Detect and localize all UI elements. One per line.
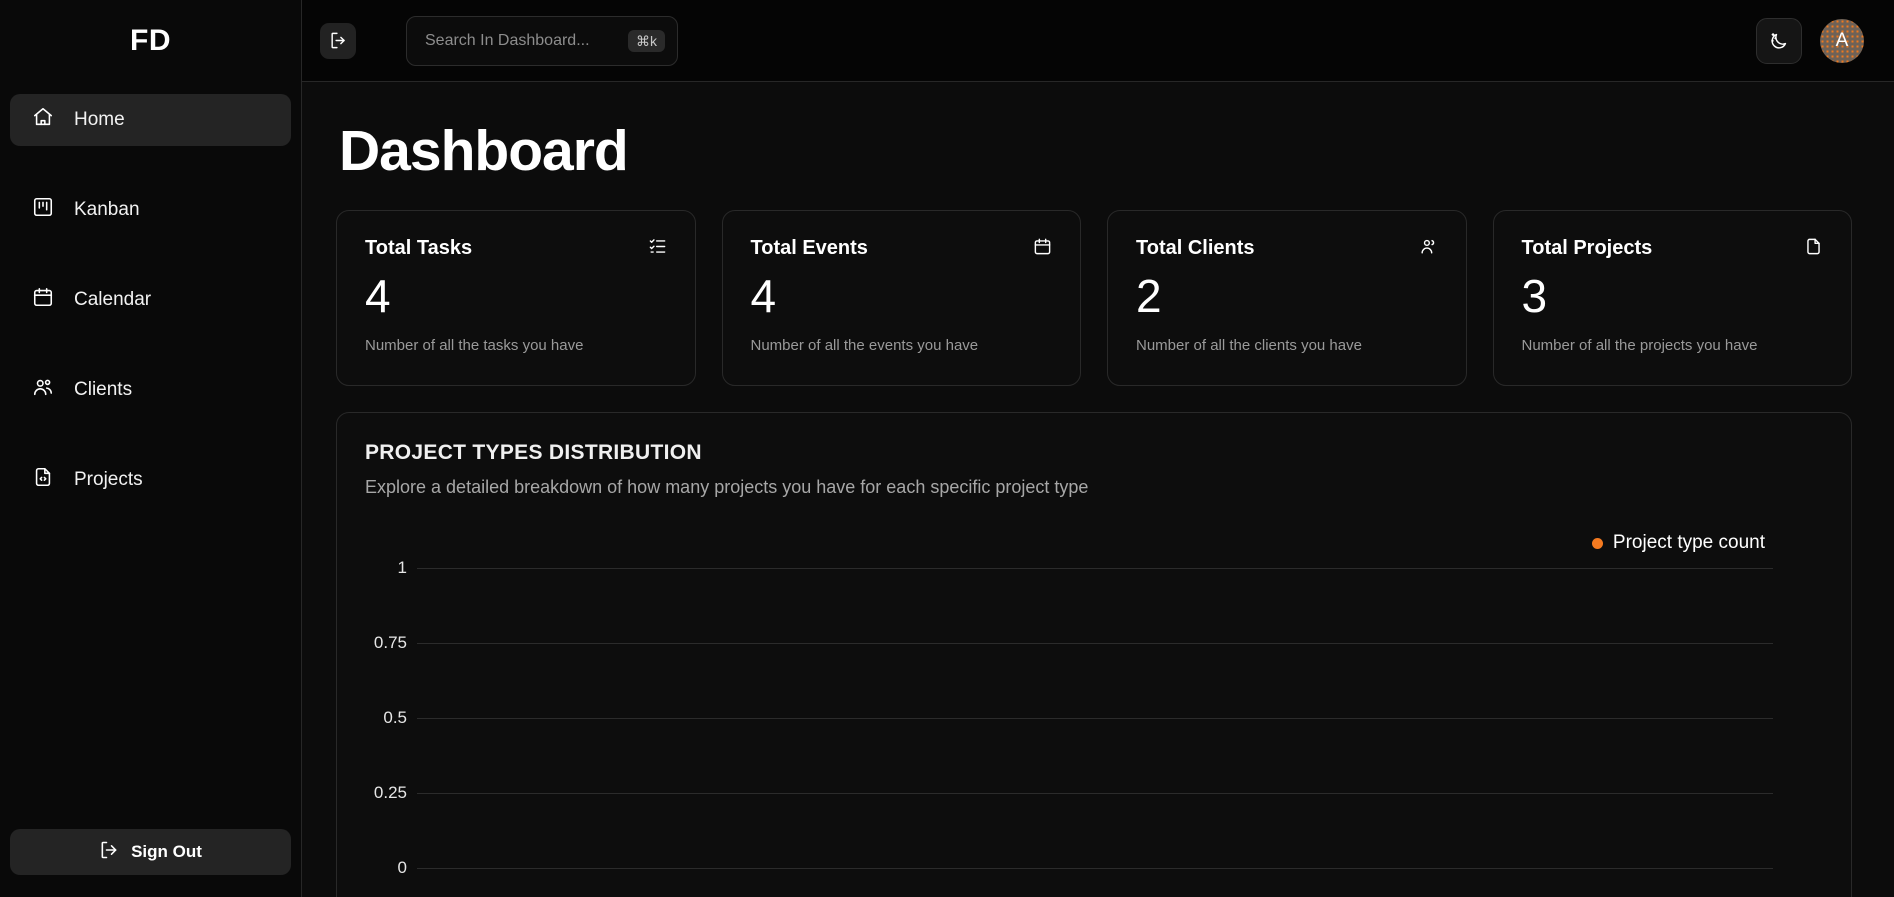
main-area: Search In Dashboard... ⌘k A Dashboard To…	[302, 0, 1894, 897]
sidebar-item-clients[interactable]: Clients	[10, 364, 291, 416]
sidebar: FD Home Kanban Calendar Clients Projects…	[0, 0, 302, 897]
app-root: FD Home Kanban Calendar Clients Projects…	[0, 0, 1894, 897]
calendar-icon	[1033, 237, 1052, 261]
list-checks-icon	[648, 237, 667, 261]
avatar[interactable]: A	[1820, 18, 1864, 63]
calendar-icon	[32, 286, 54, 314]
panel-subtitle: Explore a detailed breakdown of how many…	[365, 477, 1089, 497]
y-axis-tick-label: 0	[397, 858, 407, 877]
page-title: Dashboard	[339, 119, 629, 183]
chart-bars	[417, 568, 1821, 868]
chart-legend: Project type count	[365, 532, 1821, 554]
stat-card-total-tasks: Total Tasks 4 Number of all the tasks yo…	[336, 210, 696, 386]
legend-color-dot	[1591, 537, 1603, 549]
projects-icon	[32, 466, 54, 494]
card-subtitle: Number of all the clients you have	[1136, 337, 1362, 354]
legend-item[interactable]: Project type count	[1591, 532, 1765, 554]
card-value: 4	[750, 270, 777, 322]
sign-out-label: Sign Out	[131, 842, 202, 861]
chart-plot-area	[417, 568, 1821, 869]
card-subtitle: Number of all the tasks you have	[365, 337, 584, 354]
sidebar-item-label: Calendar	[74, 289, 152, 310]
brand-logo: FD	[130, 24, 171, 57]
y-axis-tick-label: 0.75	[373, 633, 407, 652]
sidebar-item-projects[interactable]: Projects	[10, 454, 291, 506]
sidebar-collapse-icon[interactable]	[320, 22, 356, 59]
card-title: Total Clients	[1136, 237, 1255, 259]
card-value: 2	[1136, 270, 1162, 322]
panel-title: PROJECT TYPES DISTRIBUTION	[365, 441, 702, 464]
bar-chart: 0 0.25 0.5 0.75 1	[365, 558, 1821, 877]
project-types-panel: PROJECT TYPES DISTRIBUTION Explore a det…	[336, 412, 1852, 897]
card-title: Total Events	[750, 237, 868, 259]
sidebar-item-label: Projects	[74, 469, 143, 490]
sidebar-item-label: Clients	[74, 379, 133, 400]
card-header: Total Clients	[1136, 237, 1438, 261]
sign-out-icon	[99, 840, 119, 865]
y-axis-tick-label: 0.25	[373, 783, 407, 802]
card-title: Total Projects	[1521, 237, 1653, 259]
topbar: Search In Dashboard... ⌘k A	[302, 0, 1894, 82]
moon-stars-icon[interactable]	[1756, 17, 1802, 64]
kanban-icon	[32, 196, 54, 224]
card-header: Total Events	[751, 237, 1053, 261]
search-shortcut-badge: ⌘k	[628, 29, 665, 52]
stat-card-total-projects: Total Projects 3 Number of all the proje…	[1492, 210, 1852, 386]
file-icon	[1804, 237, 1823, 261]
card-value: 4	[365, 270, 391, 322]
sidebar-item-calendar[interactable]: Calendar	[10, 274, 291, 326]
chart-y-axis: 0 0.25 0.5 0.75 1	[365, 558, 417, 877]
card-header: Total Tasks	[365, 237, 667, 261]
card-subtitle: Number of all the events you have	[750, 337, 979, 354]
home-icon	[32, 106, 54, 134]
card-subtitle: Number of all the projects you have	[1521, 337, 1758, 354]
card-header: Total Projects	[1522, 237, 1824, 261]
card-title: Total Tasks	[365, 237, 473, 259]
sidebar-nav: Home Kanban Calendar Clients Projects	[0, 82, 301, 544]
legend-label: Project type count	[1612, 532, 1765, 553]
stat-cards: Total Tasks 4 Number of all the tasks yo…	[336, 210, 1852, 386]
sign-out-button[interactable]: Sign Out	[10, 829, 291, 875]
sidebar-item-label: Home	[74, 109, 125, 130]
content: Dashboard Total Tasks 4 Number of all th…	[302, 82, 1894, 897]
y-axis-tick-label: 1	[397, 558, 407, 577]
stat-card-total-clients: Total Clients 2 Number of all the client…	[1107, 210, 1467, 386]
sidebar-item-home[interactable]: Home	[10, 94, 291, 146]
topbar-actions: A	[1756, 17, 1864, 64]
card-value: 3	[1521, 270, 1548, 322]
search-placeholder: Search In Dashboard...	[425, 31, 590, 49]
clients-icon	[32, 376, 54, 404]
users-icon	[1419, 237, 1438, 261]
y-axis-tick-label: 0.5	[383, 708, 407, 727]
sidebar-item-kanban[interactable]: Kanban	[10, 184, 291, 236]
search-input[interactable]: Search In Dashboard... ⌘k	[406, 15, 678, 66]
sidebar-item-label: Kanban	[74, 199, 140, 220]
chart-gridline	[417, 868, 1773, 869]
stat-card-total-events: Total Events 4 Number of all the events …	[721, 210, 1081, 386]
